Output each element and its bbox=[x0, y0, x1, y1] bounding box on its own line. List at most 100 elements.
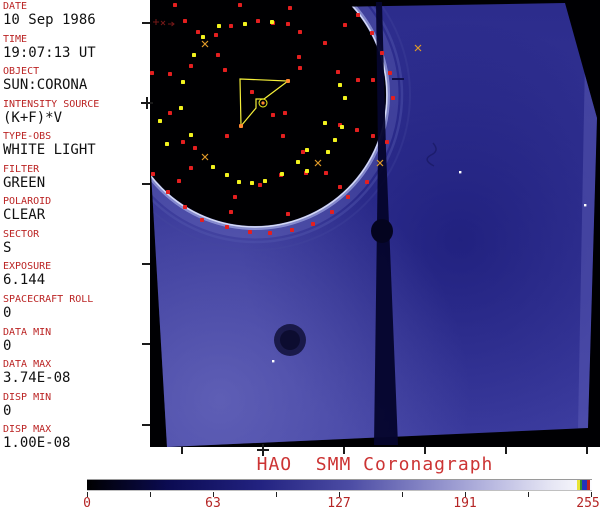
meta-item-object: OBJECTSUN:CORONA bbox=[3, 67, 147, 93]
fiducial-dot-red bbox=[286, 22, 290, 26]
annotation-marker-dot bbox=[261, 101, 264, 104]
fiducial-dot-red bbox=[181, 140, 185, 144]
frame-tick-left bbox=[142, 424, 150, 426]
fiducial-dot-yellow bbox=[179, 106, 183, 110]
colorbar-label-127: 127 bbox=[327, 497, 350, 510]
fiducial-dot-yellow bbox=[338, 83, 342, 87]
meta-item-type-obs: TYPE-OBSWHITE LIGHT bbox=[3, 132, 147, 158]
dark-dash bbox=[392, 78, 404, 80]
fiducial-dot-yellow bbox=[250, 181, 254, 185]
fiducial-dot-red bbox=[223, 68, 227, 72]
fiducial-dot-yellow bbox=[343, 96, 347, 100]
colorbar-stripe bbox=[580, 480, 582, 490]
fiducial-dot-red bbox=[311, 222, 315, 226]
fiducial-dot-red bbox=[288, 6, 292, 10]
meta-label-exposure: EXPOSURE bbox=[3, 262, 147, 272]
fiducial-dot-red bbox=[388, 71, 392, 75]
fiducial-dot-red bbox=[193, 146, 197, 150]
meta-item-date: DATE10 Sep 1986 bbox=[3, 2, 147, 28]
frame-tick-left bbox=[142, 22, 150, 24]
fiducial-dot-red bbox=[365, 180, 369, 184]
fiducial-dot-red bbox=[346, 195, 350, 199]
meta-value-type-obs: WHITE LIGHT bbox=[3, 143, 147, 158]
coronagraph-canvas bbox=[150, 0, 600, 447]
fiducial-dot-red bbox=[166, 190, 170, 194]
meta-label-type-obs: TYPE-OBS bbox=[3, 132, 147, 142]
colorbar-label-255: 255 bbox=[576, 497, 599, 510]
fiducial-dot-red bbox=[250, 90, 254, 94]
meta-item-exposure: EXPOSURE6.144 bbox=[3, 262, 147, 288]
white-speck bbox=[584, 204, 586, 206]
fiducial-dot-yellow bbox=[181, 80, 185, 84]
metadata-sidebar: DATE10 Sep 1986TIME19:07:13 UTOBJECTSUN:… bbox=[3, 2, 147, 457]
fiducial-dot-red bbox=[286, 212, 290, 216]
fiducial-dot-red bbox=[330, 210, 334, 214]
fiducial-dot-red bbox=[338, 185, 342, 189]
fiducial-dot-red bbox=[225, 134, 229, 138]
fiducial-dot-yellow bbox=[165, 142, 169, 146]
meta-item-polaroid: POLAROIDCLEAR bbox=[3, 197, 147, 223]
frame-tick-bottom bbox=[505, 447, 507, 454]
fiducial-dot-red bbox=[229, 24, 233, 28]
frame-tick-bottom bbox=[586, 447, 588, 454]
fiducial-dot-red bbox=[233, 195, 237, 199]
meta-label-object: OBJECT bbox=[3, 67, 147, 77]
fiducial-dot-yellow bbox=[158, 119, 162, 123]
frame-tick-left bbox=[142, 263, 150, 265]
fiducial-dot-red bbox=[380, 51, 384, 55]
annotation-vertex-dot bbox=[239, 124, 243, 128]
meta-value-intensity-source: (K+F)*V bbox=[3, 111, 147, 126]
frame-tick-bottom bbox=[343, 447, 345, 454]
meta-item-spacecraft-roll: SPACECRAFT ROLL0 bbox=[3, 295, 147, 321]
fiducial-dot-red bbox=[173, 3, 177, 7]
meta-value-object: SUN:CORONA bbox=[3, 78, 147, 93]
fiducial-dot-red bbox=[168, 111, 172, 115]
fiducial-dot-yellow bbox=[323, 121, 327, 125]
fiducial-dot-red bbox=[385, 140, 389, 144]
meta-value-sector: S bbox=[3, 241, 147, 256]
fiducial-dot-yellow bbox=[326, 150, 330, 154]
meta-value-polaroid: CLEAR bbox=[3, 208, 147, 223]
meta-value-disp-min: 0 bbox=[3, 404, 147, 419]
fiducial-dot-red bbox=[371, 134, 375, 138]
fiducial-dot-red bbox=[216, 53, 220, 57]
fiducial-dot-yellow bbox=[237, 180, 241, 184]
fiducial-dot-yellow bbox=[201, 35, 205, 39]
meta-item-data-min: DATA MIN0 bbox=[3, 328, 147, 354]
fiducial-dot-yellow bbox=[305, 169, 309, 173]
fiducial-dot-yellow bbox=[270, 20, 274, 24]
corona-field bbox=[150, 0, 600, 447]
meta-label-data-max: DATA MAX bbox=[3, 360, 147, 370]
annotation-vertex-dot bbox=[286, 79, 290, 83]
fiducial-dot-red bbox=[183, 19, 187, 23]
frame-tick-bottom bbox=[424, 447, 426, 454]
fiducial-dot-yellow bbox=[243, 22, 247, 26]
fiducial-dot-red bbox=[324, 171, 328, 175]
pylon-knob bbox=[371, 219, 393, 243]
fiducial-dot-red bbox=[283, 111, 287, 115]
coronagraph-image bbox=[150, 0, 600, 447]
colorbar-tick bbox=[276, 492, 277, 497]
fiducial-dot-red bbox=[371, 78, 375, 82]
fiducial-dot-red bbox=[150, 71, 154, 75]
meta-value-data-min: 0 bbox=[3, 339, 147, 354]
fiducial-dot-red bbox=[298, 66, 302, 70]
fiducial-dot-red bbox=[214, 33, 218, 37]
meta-item-sector: SECTORS bbox=[3, 230, 147, 256]
colorbar-tick bbox=[402, 492, 403, 497]
fiducial-dot-yellow bbox=[189, 133, 193, 137]
meta-value-spacecraft-roll: 0 bbox=[3, 306, 147, 321]
meta-value-disp-max: 1.00E-08 bbox=[3, 436, 147, 451]
meta-value-exposure: 6.144 bbox=[3, 273, 147, 288]
fiducial-dot-yellow bbox=[305, 148, 309, 152]
frame-plus-left bbox=[141, 97, 153, 109]
fiducial-dot-red bbox=[298, 30, 302, 34]
colorbar-label-63: 63 bbox=[205, 497, 221, 510]
fiducial-dot-red bbox=[356, 13, 360, 17]
meta-label-disp-min: DISP MIN bbox=[3, 393, 147, 403]
colorbar bbox=[87, 479, 592, 491]
meta-label-polaroid: POLAROID bbox=[3, 197, 147, 207]
colorbar-stripe bbox=[587, 480, 590, 490]
meta-label-data-min: DATA MIN bbox=[3, 328, 147, 338]
colorbar-label-0: 0 bbox=[83, 497, 91, 510]
